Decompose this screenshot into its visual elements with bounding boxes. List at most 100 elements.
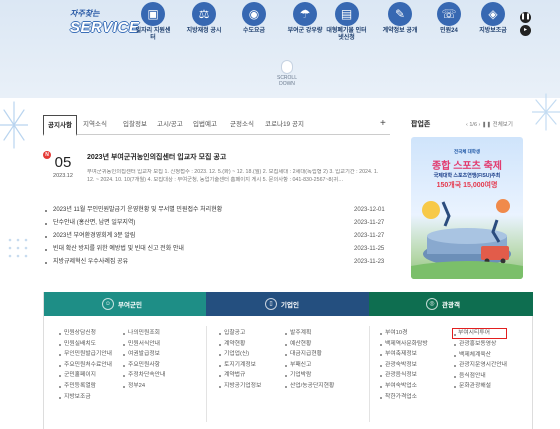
column-divider xyxy=(369,326,370,422)
category-business[interactable]: ▯ 기업인 xyxy=(206,292,369,316)
link-item[interactable]: 대금지급현황 xyxy=(284,349,334,360)
link-item[interactable]: 주요민원처수료안내 xyxy=(58,360,112,371)
bullet xyxy=(45,223,47,225)
link-item[interactable]: 문화관광해설 xyxy=(453,381,507,392)
notice-date: 2023-12-01 xyxy=(354,207,385,213)
service-water-bill[interactable]: ◉ 수도요금 xyxy=(234,2,274,35)
link-item[interactable]: 계약법규 xyxy=(218,370,261,381)
category-tourist[interactable]: ◎ 관광객 xyxy=(369,292,533,316)
resident-links-2: 나의민원조회 민원서식안내 여권발급정보 주요민원사항 주정차단속안내 정부24 xyxy=(122,328,165,392)
notice-title[interactable]: 2023년 11월 무인민원발급기 운영현황 및 무서별 민원접수 처리현황 xyxy=(53,204,222,217)
tab-local-news[interactable]: 지역소식 xyxy=(83,115,107,135)
page: 자주찾는 SERVICE ▣ 일자리 지원센터 ⚖ 지방재정 공시 ◉ 수도요금… xyxy=(0,0,560,429)
link-item[interactable]: 토지기계정보 xyxy=(218,360,261,371)
banner-headline: 종합 스포츠 축제 xyxy=(432,161,502,172)
more-button[interactable]: + xyxy=(380,118,386,129)
service-job-center[interactable]: ▣ 일자리 지원센터 xyxy=(133,2,173,42)
dot-grid-decoration-icon xyxy=(8,238,28,258)
link-item[interactable]: 착한가격업소 xyxy=(379,392,428,403)
link-item[interactable]: 주정차단속안내 xyxy=(122,370,165,381)
link-item[interactable]: 관광음식정보 xyxy=(379,370,428,381)
featured-date: 05 2023.12 xyxy=(51,154,75,179)
list-item[interactable]: 2023년 부여환경영회계 3분 알림 2023-11-27 xyxy=(43,230,390,243)
service-contract-info[interactable]: ✎ 계약정보 공개 xyxy=(380,2,420,35)
link-item[interactable]: 입찰공고 xyxy=(218,328,261,339)
service-bulky-waste[interactable]: ▤ 대형폐기물 인터넷신청 xyxy=(326,2,367,42)
service-rainfall[interactable]: ☂ 부여군 강우량 xyxy=(285,2,325,35)
link-item[interactable]: 예산현황 xyxy=(284,339,334,350)
link-item[interactable]: 발주계획 xyxy=(284,328,334,339)
service-slider-controls: ❚❚ ▸ xyxy=(520,12,532,38)
notice-title[interactable]: 단수안내 (홍산면, 남면 일부지역) xyxy=(53,217,135,230)
new-badge: N xyxy=(43,151,51,159)
service-label: 부여군 강우량 xyxy=(287,28,323,34)
link-item[interactable]: 기업박람 xyxy=(284,370,334,381)
link-item[interactable]: 군민홀페이지 xyxy=(58,370,112,381)
link-item[interactable]: 부여축제정보 xyxy=(379,349,428,360)
tab-covid19[interactable]: 코로나19 공지 xyxy=(265,115,304,135)
list-item[interactable]: 단수안내 (홍산면, 남면 일부지역) 2023-11-27 xyxy=(43,217,390,230)
water-icon: ◉ xyxy=(242,2,266,26)
scroll-down[interactable]: SCROLL DOWN xyxy=(272,60,302,87)
popup-header: 팝업존 ‹ 1/6 › ❚❚ 전체보기 xyxy=(409,115,526,135)
link-item[interactable]: 백제역사문화탐방 xyxy=(379,339,428,350)
featured-title[interactable]: 2023년 부여군귀농인의집센터 입교자 모집 공고 xyxy=(87,152,226,162)
link-item[interactable]: 관광지운영시간안내 xyxy=(453,360,507,371)
link-item[interactable]: 부패신고 xyxy=(284,360,334,371)
list-item[interactable]: 지방규제혁신 우수사례집 공유 2023-11-23 xyxy=(43,256,390,269)
service-minwon24[interactable]: ☏ 민원24 xyxy=(429,2,469,35)
popup-banner[interactable]: 전국체 대학생 종합 스포츠 축제 국제대학 스포츠연맹(FISU)주최 150… xyxy=(411,137,523,279)
link-item[interactable]: 지방보조금 xyxy=(58,392,112,403)
category-resident[interactable]: ☺ 부여군민 xyxy=(44,292,206,316)
tab-notice[interactable]: 공지사항 xyxy=(43,115,77,136)
link-item[interactable]: 나의민원조회 xyxy=(122,328,165,339)
link-item[interactable]: 관광숙박정보 xyxy=(379,360,428,371)
link-item[interactable]: 민원상담신청 xyxy=(58,328,112,339)
link-item[interactable]: 부여숙박업소 xyxy=(379,381,428,392)
gavel-icon: ⚖ xyxy=(192,2,216,26)
service-logo-small: 자주찾는 xyxy=(70,9,100,18)
link-item[interactable]: 계약현황 xyxy=(218,339,261,350)
link-item[interactable]: 민원서식안내 xyxy=(122,339,165,350)
list-item[interactable]: 빈대 확산 방지를 위한 예방법 및 빈대 신고 전화 안내 2023-11-2… xyxy=(43,243,390,256)
service-finance-disclosure[interactable]: ⚖ 지방재정 공시 xyxy=(184,2,224,35)
people-icon: ☺ xyxy=(102,298,114,310)
popup-controls[interactable]: ‹ 1/6 › ❚❚ 전체보기 xyxy=(466,120,513,128)
building-icon: ▯ xyxy=(265,298,277,310)
business-links-2: 발주계획 예산현황 대금지급현황 부패신고 기업박람 산업/농공단지현황 xyxy=(284,328,334,392)
link-item[interactable]: 지방공기업정보 xyxy=(218,381,261,392)
notice-date: 2023-11-27 xyxy=(354,233,385,239)
service-items: ▣ 일자리 지원센터 ⚖ 지방재정 공시 ◉ 수도요금 ☂ 부여군 강우량 ▤ … xyxy=(133,2,538,50)
service-logo-big: SERVICE xyxy=(70,19,140,36)
link-item[interactable]: 주요민원사항 xyxy=(122,360,165,371)
link-item[interactable]: 정부24 xyxy=(122,381,165,392)
link-item[interactable]: 무인민원발급기안내 xyxy=(58,349,112,360)
link-item[interactable]: 부여10경 xyxy=(379,328,428,339)
service-local-subsidy[interactable]: ◈ 지방보조금 xyxy=(473,2,513,35)
notice-title[interactable]: 지방규제혁신 우수사례집 공유 xyxy=(53,256,128,269)
city-tour-link[interactable]: 부여시티투어 xyxy=(452,328,507,339)
stadium-illustration-icon xyxy=(411,199,523,279)
tab-announcement[interactable]: 고시/공고 xyxy=(157,115,183,135)
featured-notice[interactable]: N 05 2023.12 2023년 부여군귀농인의집센터 입교자 모집 공고 … xyxy=(43,151,390,197)
pause-button[interactable]: ❚❚ xyxy=(520,12,531,23)
notice-title[interactable]: 2023년 부여환경영회계 3분 알림 xyxy=(53,230,135,243)
link-item[interactable]: 음식점안내 xyxy=(453,371,507,382)
link-item[interactable]: 백제체계육산 xyxy=(453,350,507,361)
tab-bid-info[interactable]: 입찰정보 xyxy=(123,115,147,135)
next-button[interactable]: ▸ xyxy=(520,25,531,36)
link-item[interactable]: 산업/농공단지현황 xyxy=(284,381,334,392)
tab-legislation[interactable]: 입법예고 xyxy=(193,115,217,135)
service-label: 계약정보 공개 xyxy=(382,28,418,34)
tab-county-news[interactable]: 군정소식 xyxy=(230,115,254,135)
link-item[interactable]: 관광홍보동영상 xyxy=(453,339,507,350)
link-item[interactable]: 주민등록열람 xyxy=(58,381,112,392)
notice-tabs: 공지사항 지역소식 입찰정보 고시/공고 입법예고 군정소식 코로나19 공지 … xyxy=(43,115,390,136)
featured-day: 05 xyxy=(54,154,72,171)
list-item[interactable]: 2023년 11월 무인민원발급기 운영현황 및 무서별 민원접수 처리현황 2… xyxy=(43,204,390,217)
link-item[interactable]: 여권발급정보 xyxy=(122,349,165,360)
link-item[interactable]: 기업업(신) xyxy=(218,349,261,360)
notice-title[interactable]: 빈대 확산 방지를 위한 예방법 및 빈대 신고 전화 안내 xyxy=(53,243,184,256)
link-item[interactable]: 민원실배치도 xyxy=(58,339,112,350)
banner-organizer: 국제대학 스포츠연맹(FISU)주최 xyxy=(433,173,501,179)
